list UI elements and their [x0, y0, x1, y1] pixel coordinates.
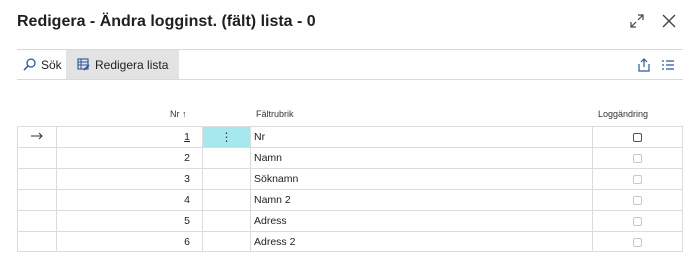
action-bar: Sök Redigera lista: [17, 49, 683, 80]
row-selector[interactable]: [17, 127, 57, 147]
log-change-checkbox[interactable]: [633, 216, 642, 226]
nr-value: 3: [184, 173, 190, 185]
row-actions-cell[interactable]: [203, 169, 251, 189]
field-caption-cell: Adress 2: [251, 232, 593, 252]
nr-cell[interactable]: 1: [57, 127, 203, 147]
list-view-icon[interactable]: [661, 58, 675, 72]
row-selector[interactable]: [17, 148, 57, 168]
grid-header: Nr ↑ Fältrubrik Loggändring: [17, 100, 683, 126]
log-change-cell[interactable]: [593, 232, 683, 252]
search-button[interactable]: Sök: [23, 50, 62, 79]
window-controls: [628, 12, 678, 30]
log-change-checkbox[interactable]: [633, 132, 642, 142]
current-row-arrow-icon: [31, 131, 43, 143]
table-row[interactable]: 4 Namn 2: [17, 189, 683, 210]
search-label: Sök: [41, 57, 62, 72]
nr-cell[interactable]: 6: [57, 232, 203, 252]
table-row[interactable]: 3 Söknamn: [17, 168, 683, 189]
table-row[interactable]: 1 ⋮ Nr: [17, 126, 683, 147]
close-icon[interactable]: [660, 12, 678, 30]
log-change-checkbox[interactable]: [633, 195, 642, 205]
column-header-field-caption[interactable]: Fältrubrik: [256, 109, 294, 119]
column-header-nr-label: Nr: [170, 109, 180, 119]
log-change-checkbox[interactable]: [633, 237, 642, 247]
more-options-icon[interactable]: ⋮: [221, 130, 233, 144]
row-actions-cell[interactable]: [203, 148, 251, 168]
table-row[interactable]: 2 Namn: [17, 147, 683, 168]
row-selector[interactable]: [17, 169, 57, 189]
column-header-nr[interactable]: Nr ↑: [170, 109, 187, 119]
nr-value: 2: [184, 152, 190, 164]
field-caption-cell: Namn 2: [251, 190, 593, 210]
log-change-checkbox[interactable]: [633, 153, 642, 163]
table-row[interactable]: 5 Adress: [17, 210, 683, 231]
log-change-cell[interactable]: [593, 190, 683, 210]
row-actions-cell[interactable]: ⋮: [203, 127, 251, 147]
row-actions-cell[interactable]: [203, 232, 251, 252]
nr-cell[interactable]: 5: [57, 211, 203, 231]
nr-value: 5: [184, 215, 190, 227]
field-list-grid: Nr ↑ Fältrubrik Loggändring 1 ⋮ Nr 2 Nam…: [17, 100, 683, 252]
share-icon[interactable]: [637, 57, 651, 72]
row-selector[interactable]: [17, 190, 57, 210]
nr-value: 1: [184, 131, 190, 143]
field-caption-cell: Nr: [251, 127, 593, 147]
field-caption-cell: Namn: [251, 148, 593, 168]
edit-list-button[interactable]: Redigera lista: [66, 50, 180, 79]
nr-cell[interactable]: 4: [57, 190, 203, 210]
nr-cell[interactable]: 2: [57, 148, 203, 168]
nr-value: 6: [184, 236, 190, 248]
expand-icon[interactable]: [628, 12, 646, 30]
field-caption-cell: Adress: [251, 211, 593, 231]
nr-cell[interactable]: 3: [57, 169, 203, 189]
row-selector[interactable]: [17, 232, 57, 252]
nr-value: 4: [184, 194, 190, 206]
log-change-cell[interactable]: [593, 148, 683, 168]
column-header-log-change[interactable]: Loggändring: [598, 109, 648, 119]
field-caption-cell: Söknamn: [251, 169, 593, 189]
edit-list-label: Redigera lista: [95, 57, 169, 72]
log-change-checkbox[interactable]: [633, 174, 642, 184]
log-change-cell[interactable]: [593, 211, 683, 231]
row-actions-cell[interactable]: [203, 190, 251, 210]
sort-ascending-icon: ↑: [182, 109, 187, 119]
edit-list-icon: [77, 58, 90, 71]
search-icon: [23, 58, 36, 71]
grid-body: 1 ⋮ Nr 2 Namn 3 Söknamn 4 Namn 2 5 Adres…: [17, 126, 683, 252]
page-title: Redigera - Ändra logginst. (fält) lista …: [17, 13, 316, 30]
row-selector[interactable]: [17, 211, 57, 231]
table-row[interactable]: 6 Adress 2: [17, 231, 683, 252]
log-change-cell[interactable]: [593, 127, 683, 147]
log-change-cell[interactable]: [593, 169, 683, 189]
row-actions-cell[interactable]: [203, 211, 251, 231]
